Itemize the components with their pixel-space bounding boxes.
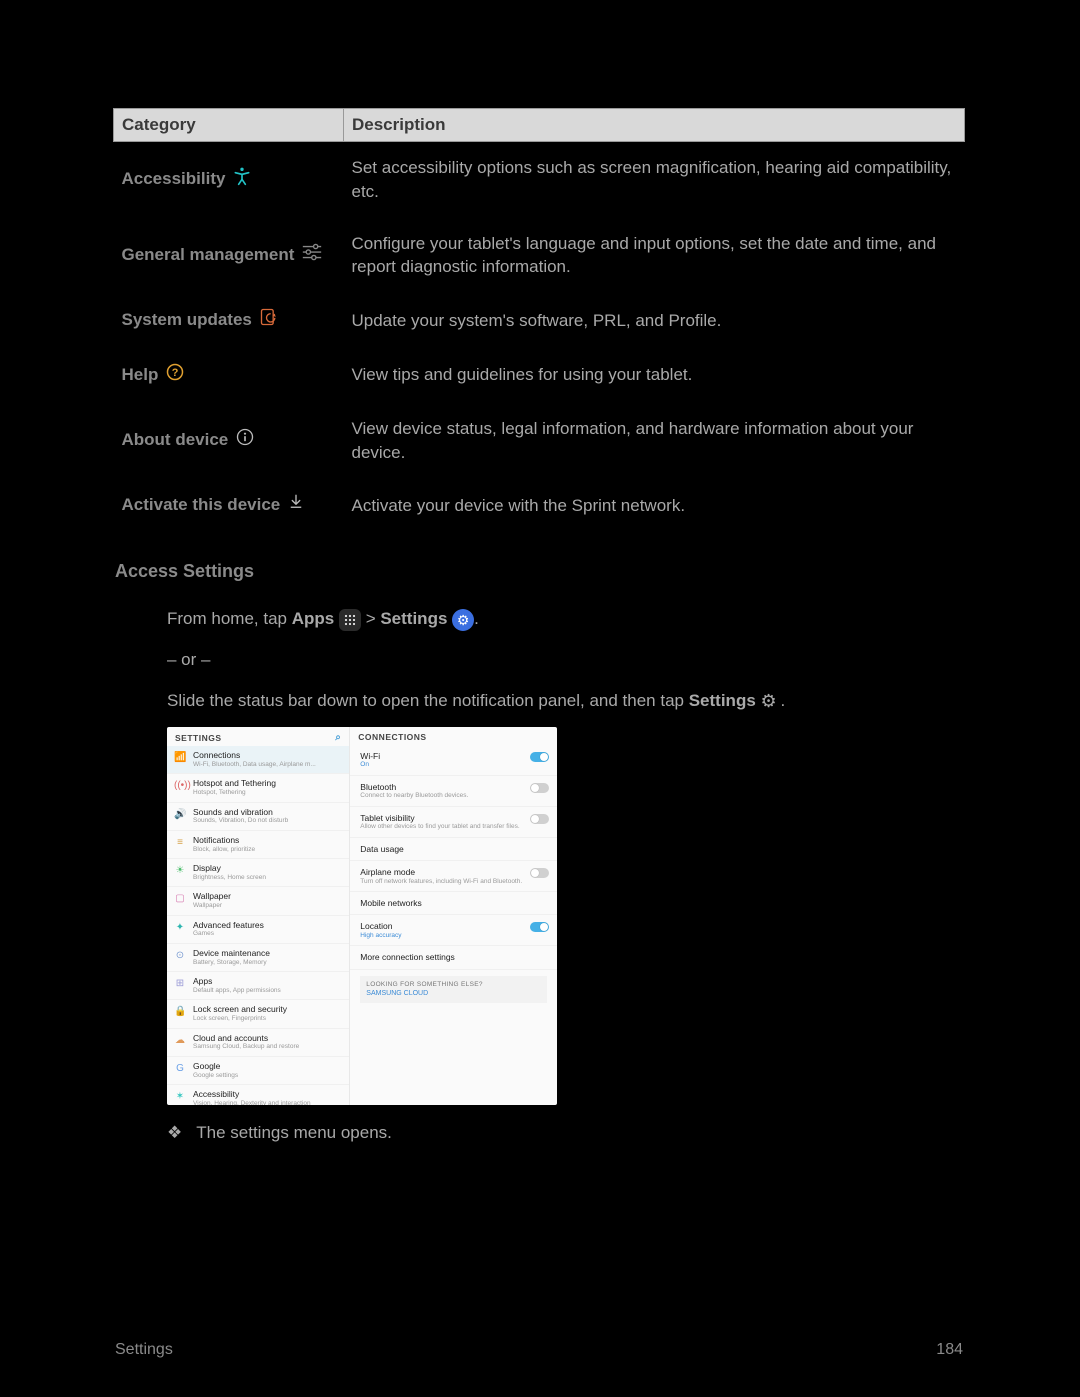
settings-category-table: Category Description Accessibility Set a… bbox=[113, 108, 965, 533]
list-item: ▢WallpaperWallpaper bbox=[167, 887, 349, 915]
list-item: Airplane modeTurn off network features, … bbox=[350, 861, 557, 892]
list-item: ☀DisplayBrightness, Home screen bbox=[167, 859, 349, 887]
desc-system-updates: Update your system's software, PRL, and … bbox=[344, 293, 965, 348]
list-item: ✶AccessibilityVision, Hearing, Dexterity… bbox=[167, 1085, 349, 1105]
system-updates-icon bbox=[259, 307, 279, 334]
desc-about-device: View device status, legal information, a… bbox=[344, 403, 965, 479]
cat-help: Help ? bbox=[114, 348, 344, 403]
settings-gear-icon bbox=[452, 609, 474, 631]
th-description: Description bbox=[344, 109, 965, 142]
list-item: Tablet visibilityAllow other devices to … bbox=[350, 807, 557, 838]
desc-general-management: Configure your tablet's language and inp… bbox=[344, 218, 965, 294]
list-item: BluetoothConnect to nearby Bluetooth dev… bbox=[350, 776, 557, 807]
list-item: ☁Cloud and accountsSamsung Cloud, Backup… bbox=[167, 1029, 349, 1057]
or-separator: – or – bbox=[167, 650, 965, 670]
list-item: ✦Advanced featuresGames bbox=[167, 916, 349, 944]
accessibility-icon bbox=[232, 166, 252, 193]
settings-right-panel: CONNECTIONS Wi-FiOnBluetoothConnect to n… bbox=[350, 727, 557, 1105]
list-item: LocationHigh accuracy bbox=[350, 915, 557, 946]
settings-outline-icon bbox=[761, 691, 781, 711]
section-access-settings: Access Settings bbox=[115, 561, 965, 582]
cat-system-updates: System updates bbox=[114, 293, 344, 348]
cat-accessibility: Accessibility bbox=[114, 142, 344, 218]
list-item: Mobile networks bbox=[350, 892, 557, 915]
ss-left-header: SETTINGS bbox=[175, 733, 222, 743]
desc-help: View tips and guidelines for using your … bbox=[344, 348, 965, 403]
list-item: 🔊Sounds and vibrationSounds, Vibration, … bbox=[167, 803, 349, 831]
list-item: GGoogleGoogle settings bbox=[167, 1057, 349, 1085]
result-line: ❖The settings menu opens. bbox=[167, 1123, 965, 1143]
settings-left-panel: SETTINGS ⌕ 📶ConnectionsWi-Fi, Bluetooth,… bbox=[167, 727, 350, 1105]
list-item: Data usage bbox=[350, 838, 557, 861]
list-item: ≡NotificationsBlock, allow, prioritize bbox=[167, 831, 349, 859]
list-item: ((•))Hotspot and TetheringHotspot, Tethe… bbox=[167, 774, 349, 802]
apps-icon bbox=[339, 609, 361, 631]
slide-instruction-line: Slide the status bar down to open the no… bbox=[167, 688, 965, 714]
desc-accessibility: Set accessibility options such as screen… bbox=[344, 142, 965, 218]
settings-app-screenshot: SETTINGS ⌕ 📶ConnectionsWi-Fi, Bluetooth,… bbox=[167, 727, 557, 1105]
search-icon: ⌕ bbox=[335, 732, 341, 743]
cat-about-device: About device bbox=[114, 403, 344, 479]
desc-activate-this-device: Activate your device with the Sprint net… bbox=[344, 478, 965, 533]
cat-general-management: General management bbox=[114, 218, 344, 294]
sliders-icon bbox=[301, 242, 323, 269]
diamond-bullet-icon: ❖ bbox=[167, 1123, 182, 1142]
list-item: 📶ConnectionsWi-Fi, Bluetooth, Data usage… bbox=[167, 746, 349, 774]
list-item: ⊙Device maintenanceBattery, Storage, Mem… bbox=[167, 944, 349, 972]
access-instruction-line: From home, tap Apps > Settings . bbox=[167, 606, 965, 632]
activate-icon bbox=[287, 492, 305, 519]
footer-page-number: 184 bbox=[936, 1341, 963, 1359]
list-item: 🔒Lock screen and securityLock screen, Fi… bbox=[167, 1000, 349, 1028]
ss-right-header: CONNECTIONS bbox=[358, 732, 426, 742]
list-item: ⊞AppsDefault apps, App permissions bbox=[167, 972, 349, 1000]
th-category: Category bbox=[114, 109, 344, 142]
list-item: More connection settings bbox=[350, 946, 557, 969]
info-icon bbox=[235, 427, 255, 454]
help-icon: ? bbox=[165, 362, 185, 389]
looking-for-box: LOOKING FOR SOMETHING ELSE? SAMSUNG CLOU… bbox=[360, 976, 547, 1003]
list-item: Wi-FiOn bbox=[350, 745, 557, 776]
svg-text:?: ? bbox=[172, 367, 179, 379]
footer-section-name: Settings bbox=[115, 1341, 173, 1359]
cat-activate-this-device: Activate this device bbox=[114, 478, 344, 533]
